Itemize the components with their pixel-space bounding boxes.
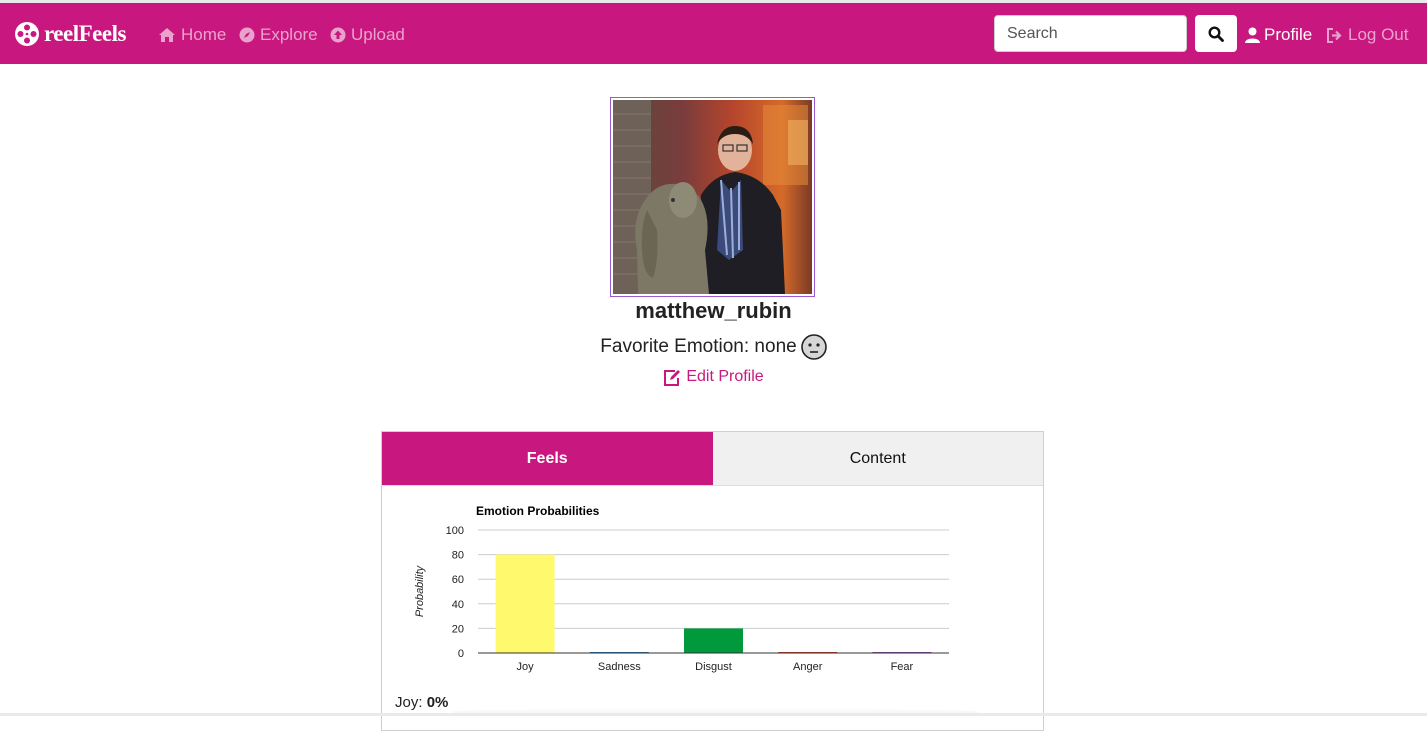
bar-disgust	[684, 628, 743, 653]
y-tick-label: 80	[452, 550, 464, 562]
user-icon	[1245, 27, 1260, 43]
navbar: reelFeels Home Explore Upload Profi	[0, 0, 1427, 64]
upload-icon	[330, 27, 346, 43]
neutral-face-icon	[800, 334, 827, 360]
bar-joy	[495, 554, 555, 653]
emotion-chart: Emotion Probabilities Probability 0 20 40 60 8…	[414, 504, 949, 673]
profile-avatar	[610, 97, 815, 297]
nav-upload-label: Upload	[351, 25, 405, 44]
joy-stat: Joy: 0%	[395, 694, 448, 711]
y-tick-label: 0	[458, 648, 464, 660]
home-icon	[159, 28, 175, 42]
nav-home-link[interactable]: Home	[158, 22, 226, 48]
nav-profile-link[interactable]: Profile	[1245, 22, 1312, 48]
x-tick-label: Sadness	[598, 661, 641, 673]
edit-profile-link[interactable]: Edit Profile	[0, 368, 1427, 386]
tab-feels[interactable]: Feels	[382, 432, 713, 485]
y-tick-label: 40	[452, 599, 464, 611]
nav-explore-link[interactable]: Explore	[239, 22, 318, 48]
brand-name: reelFeels	[44, 21, 126, 46]
chart-title: Emotion Probabilities	[476, 504, 600, 518]
x-tick-label: Fear	[891, 661, 914, 673]
feels-panel: Feels Content Emotion Probabilities Proba…	[381, 431, 1044, 731]
edit-profile-label: Edit Profile	[686, 368, 764, 385]
joy-stat-label: Joy:	[395, 694, 423, 711]
profile-username: matthew_rubin	[635, 298, 792, 323]
x-tick-label: Disgust	[695, 661, 732, 673]
nav-explore-label: Explore	[260, 25, 318, 44]
search-input[interactable]	[994, 15, 1187, 52]
nav-logout-label: Log Out	[1348, 25, 1409, 44]
edit-icon	[664, 369, 681, 386]
compass-icon	[239, 27, 255, 43]
profile-photo	[613, 100, 812, 294]
joy-stat-value: 0%	[426, 694, 449, 711]
nav-home-label: Home	[181, 25, 227, 44]
logout-icon	[1327, 27, 1342, 43]
tab-bar: Feels Content	[382, 432, 1043, 486]
favorite-emotion-label: Favorite Emotion: none	[600, 336, 797, 357]
search-icon	[1208, 25, 1224, 42]
x-tick-label: Anger	[793, 661, 823, 673]
nav-upload-link[interactable]: Upload	[330, 22, 405, 48]
nav-profile-label: Profile	[1264, 25, 1313, 44]
film-reel-icon	[15, 22, 39, 46]
tab-content[interactable]: Content	[712, 432, 1043, 485]
y-tick-label: 20	[452, 623, 464, 635]
brand-logo[interactable]: reelFeels	[14, 19, 126, 49]
y-tick-label: 60	[452, 574, 464, 586]
nav-logout-link[interactable]: Log Out	[1327, 22, 1409, 48]
x-tick-label: Joy	[517, 661, 535, 673]
y-axis-label: Probability	[414, 564, 426, 617]
favorite-emotion: Favorite Emotion: none	[0, 334, 1427, 360]
search-button[interactable]	[1195, 15, 1237, 52]
y-tick-label: 100	[446, 525, 464, 537]
